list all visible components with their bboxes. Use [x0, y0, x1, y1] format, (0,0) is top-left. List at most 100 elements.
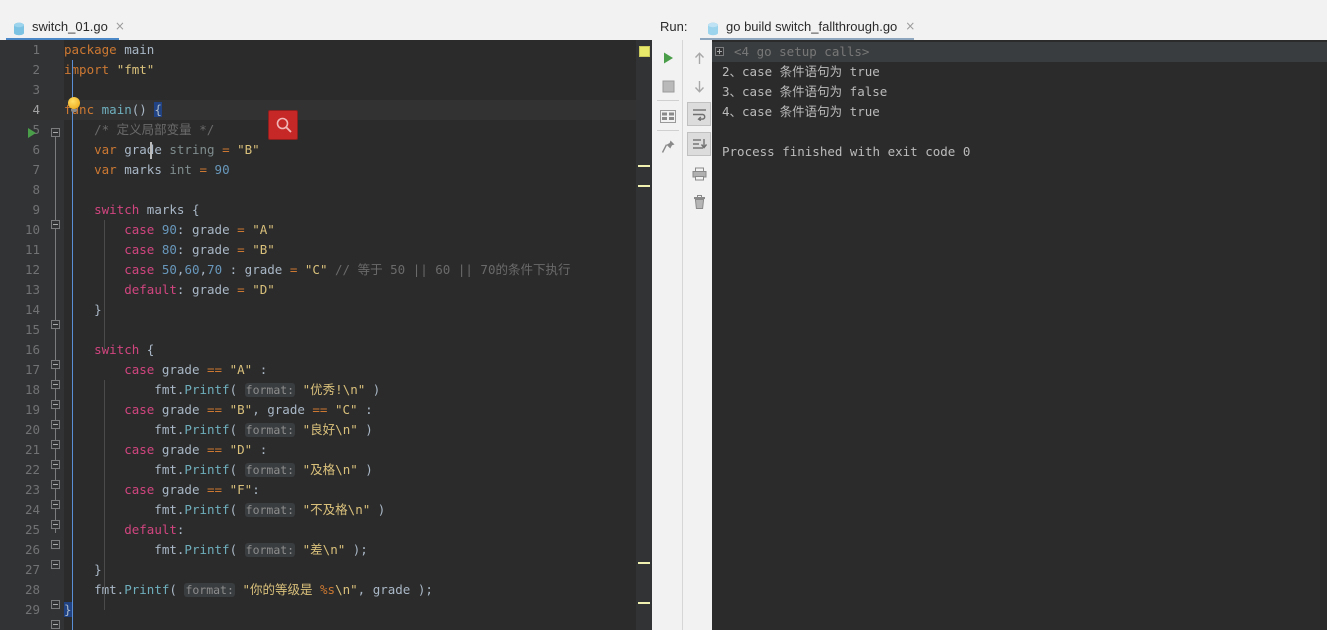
fold-marker[interactable]: [51, 620, 60, 629]
code-line[interactable]: 18 fmt.Printf( format: "优秀!\n" ): [0, 380, 636, 400]
rerun-button[interactable]: [656, 46, 680, 70]
editor-marker-gutter[interactable]: [636, 40, 652, 630]
console-view-button[interactable]: [656, 104, 680, 128]
fold-marker[interactable]: [51, 480, 60, 489]
run-console-output[interactable]: <4 go setup calls> 2、case 条件语句为 true 3、cas…: [712, 40, 1327, 630]
print-button[interactable]: [687, 162, 711, 186]
close-icon[interactable]: ×: [115, 20, 125, 32]
search-icon[interactable]: [268, 110, 298, 140]
code-token: fmt.: [64, 502, 185, 517]
code-line[interactable]: 12 case 50,60,70 : grade = "C" // 等于 50 …: [0, 260, 636, 280]
code-token: grade: [154, 442, 208, 457]
console-folded-line[interactable]: <4 go setup calls>: [712, 42, 1327, 62]
fold-marker[interactable]: [51, 440, 60, 449]
code-lines[interactable]: 1 package main 2 import "fmt" 3 4 func main() …: [0, 40, 636, 630]
code-line[interactable]: 4 func main() {: [0, 100, 636, 120]
code-line[interactable]: 11 case 80: grade = "B": [0, 240, 636, 260]
code-line[interactable]: 1 package main: [0, 40, 636, 60]
soft-wrap-button[interactable]: [687, 102, 711, 126]
run-toolbar-left: [653, 40, 683, 630]
code-token: ==: [312, 402, 328, 417]
code-token: 90: [161, 222, 177, 237]
toolbar-separator: [657, 130, 679, 131]
pin-tab-button[interactable]: [656, 134, 680, 158]
code-line[interactable]: 29}: [0, 600, 636, 620]
fold-marker[interactable]: [51, 320, 60, 329]
code-line[interactable]: 5 /* 定义局部变量 */: [0, 120, 636, 140]
code-token: }: [64, 302, 102, 317]
fold-marker[interactable]: [51, 520, 60, 529]
expand-icon[interactable]: [715, 47, 724, 56]
code-line[interactable]: 24 fmt.Printf( format: "不及格\n" ): [0, 500, 636, 520]
code-token: (: [229, 502, 245, 517]
code-line[interactable]: 3: [0, 80, 636, 100]
code-editor[interactable]: 1 package main 2 import "fmt" 3 4 func main() …: [0, 40, 652, 630]
code-token: (: [229, 462, 245, 477]
fold-marker[interactable]: [51, 380, 60, 389]
fold-marker[interactable]: [51, 128, 60, 137]
trash-icon[interactable]: [687, 190, 711, 214]
intention-bulb-icon[interactable]: [68, 97, 80, 112]
code-line-text: fmt.Printf( format: "差\n" );: [64, 540, 368, 560]
console-line-text: 3、case 条件语句为 false: [722, 84, 888, 99]
code-token: , grade );: [357, 582, 433, 597]
code-line[interactable]: 21 case grade == "D" :: [0, 440, 636, 460]
code-line[interactable]: 2 import "fmt": [0, 60, 636, 80]
code-line[interactable]: 27 }: [0, 560, 636, 580]
code-line[interactable]: 16 switch {: [0, 340, 636, 360]
marker-stripe[interactable]: [638, 562, 650, 564]
code-line[interactable]: 22 fmt.Printf( format: "及格\n" ): [0, 460, 636, 480]
marker-stripe[interactable]: [638, 602, 650, 604]
marker-stripe[interactable]: [638, 165, 650, 167]
code-line[interactable]: 6 var grade string = "B": [0, 140, 636, 160]
line-number: 15: [24, 322, 40, 337]
code-token: // 等于 50 || 60 || 70的条件下执行: [327, 262, 571, 277]
code-line[interactable]: 23 case grade == "F":: [0, 480, 636, 500]
line-number: 14: [24, 302, 40, 317]
fold-marker[interactable]: [51, 360, 60, 369]
stop-button[interactable]: [656, 74, 680, 98]
code-line-text: switch {: [64, 340, 154, 360]
line-number: 8: [32, 182, 40, 197]
fold-marker[interactable]: [51, 220, 60, 229]
code-line[interactable]: 25 default:: [0, 520, 636, 540]
code-line[interactable]: 14 }: [0, 300, 636, 320]
next-occurrence-button[interactable]: [687, 74, 711, 98]
code-line[interactable]: 20 fmt.Printf( format: "良好\n" ): [0, 420, 636, 440]
code-token: format:: [244, 383, 296, 397]
run-tab-go-build[interactable]: go build switch_fallthrough.go ×: [700, 14, 921, 40]
fold-marker[interactable]: [51, 560, 60, 569]
scroll-to-end-button[interactable]: [687, 132, 711, 156]
code-line[interactable]: 17 case grade == "A" :: [0, 360, 636, 380]
editor-tab-switch01[interactable]: switch_01.go ×: [6, 14, 132, 40]
prev-occurrence-button[interactable]: [687, 46, 711, 70]
code-line[interactable]: 10 case 90: grade = "A": [0, 220, 636, 240]
run-gutter-arrow[interactable]: [28, 128, 36, 138]
code-line[interactable]: 15: [0, 320, 636, 340]
code-token: : grade: [176, 282, 238, 297]
line-number: 1: [32, 42, 40, 57]
code-line[interactable]: 28 fmt.Printf( format: "你的等级是 %s\n", gra…: [0, 580, 636, 600]
code-line[interactable]: 19 case grade == "B", grade == "C" :: [0, 400, 636, 420]
fold-marker[interactable]: [51, 500, 60, 509]
fold-marker[interactable]: [51, 460, 60, 469]
run-toolbar-right: [684, 40, 712, 630]
fold-marker[interactable]: [51, 600, 60, 609]
code-line[interactable]: 26 fmt.Printf( format: "差\n" );: [0, 540, 636, 560]
code-line[interactable]: 9 switch marks {: [0, 200, 636, 220]
fold-marker[interactable]: [51, 540, 60, 549]
code-line[interactable]: 7 var marks int = 90: [0, 160, 636, 180]
code-line[interactable]: 8: [0, 180, 636, 200]
code-token: =: [237, 242, 245, 257]
inspection-status-marker[interactable]: [639, 46, 650, 57]
code-line[interactable]: 13 default: grade = "D": [0, 280, 636, 300]
fold-marker[interactable]: [51, 400, 60, 409]
close-icon[interactable]: ×: [905, 20, 915, 32]
marker-stripe[interactable]: [638, 185, 650, 187]
code-line-text: /* 定义局部变量 */: [64, 120, 214, 140]
line-number: 24: [24, 502, 40, 517]
line-number: 19: [24, 402, 40, 417]
fold-marker[interactable]: [51, 420, 60, 429]
